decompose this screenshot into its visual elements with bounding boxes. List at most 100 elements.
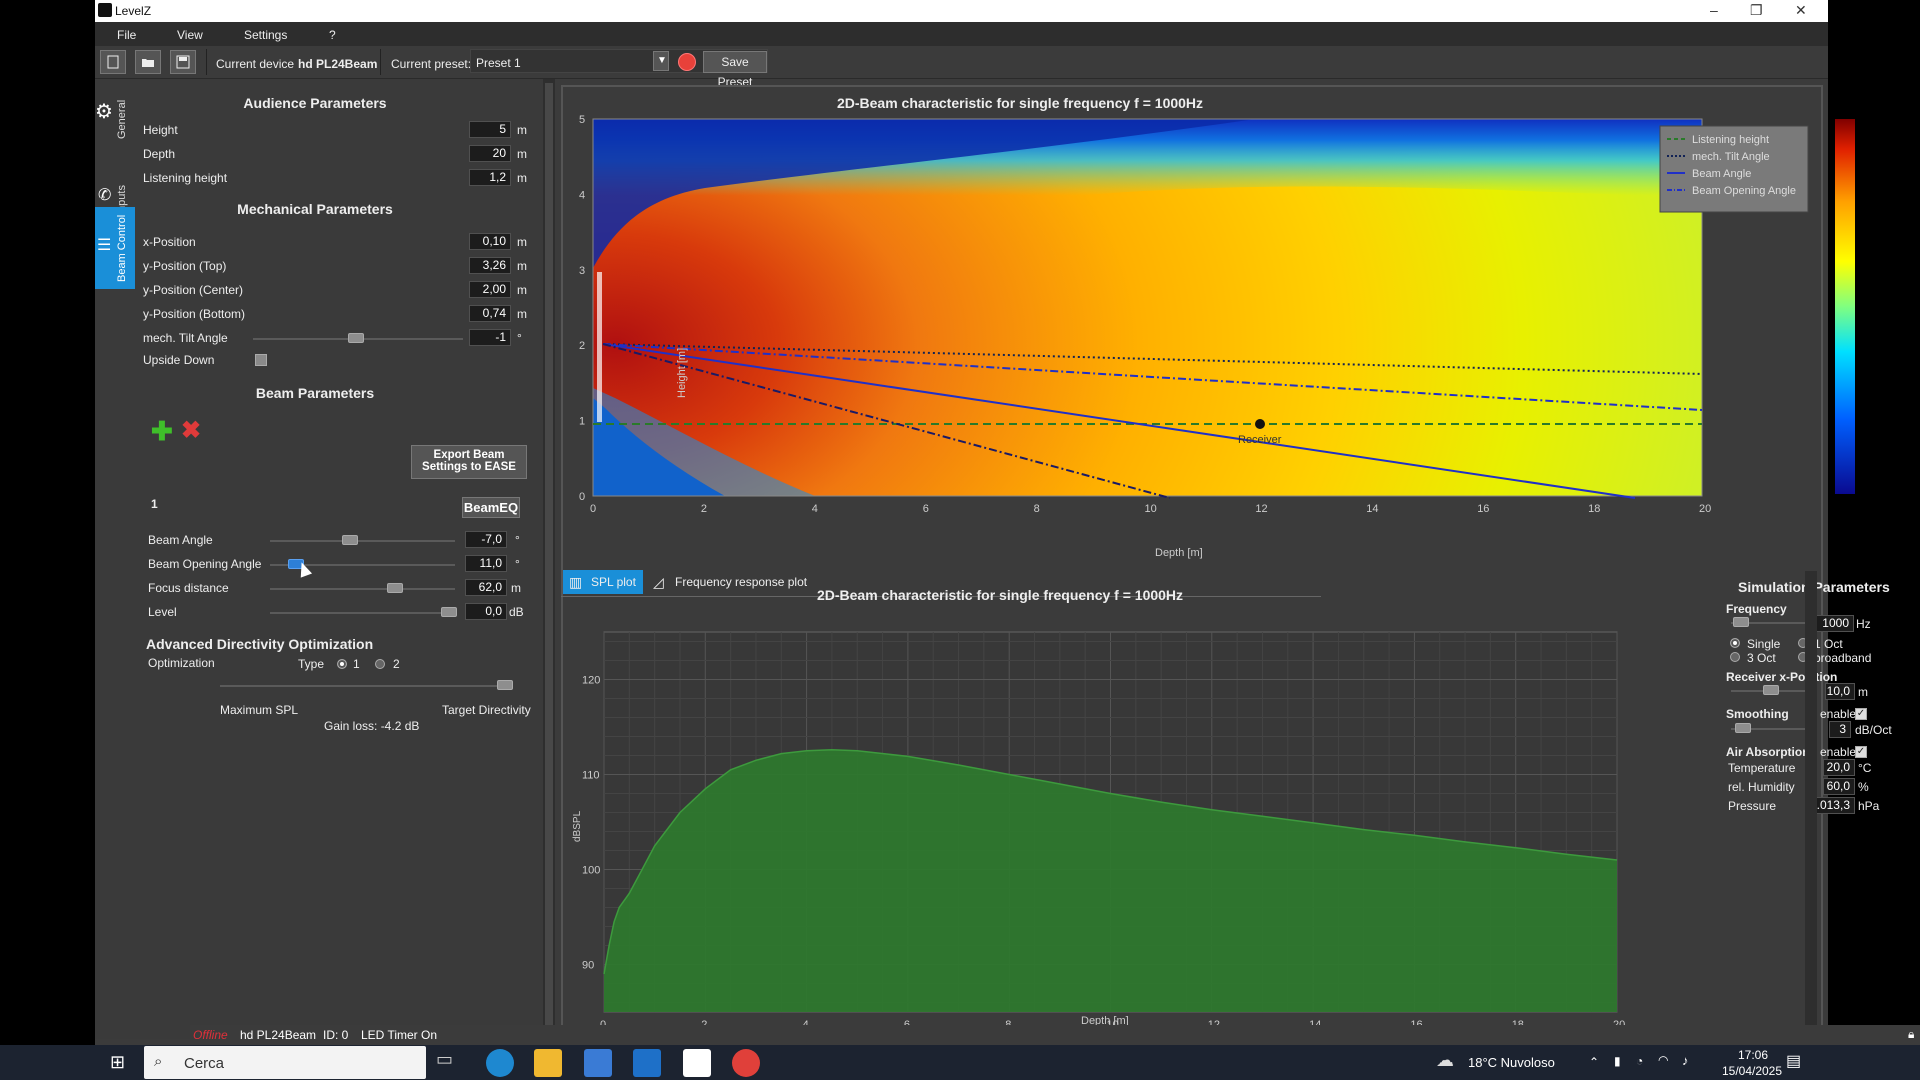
beam-x-tick: 0 bbox=[590, 503, 596, 515]
taskbar-search[interactable]: ⌕ Cerca bbox=[144, 1046, 426, 1079]
left-scrollbar[interactable] bbox=[543, 79, 555, 1039]
menu-settings[interactable]: Settings bbox=[244, 28, 287, 42]
level-slider[interactable] bbox=[270, 612, 455, 614]
frequency-input[interactable]: 1000 bbox=[1812, 615, 1854, 632]
level-label: Level bbox=[148, 605, 177, 619]
receiver-x-label: Receiver x-Position bbox=[1726, 670, 1838, 684]
clock-time[interactable]: 17:06 bbox=[1725, 1048, 1781, 1062]
smoothing-input[interactable]: 3 bbox=[1829, 721, 1851, 738]
beameq-button[interactable]: BeamEQ bbox=[462, 497, 520, 518]
outlook-icon[interactable] bbox=[633, 1049, 661, 1077]
beam-angle-slider[interactable] bbox=[270, 540, 455, 542]
level-handle[interactable] bbox=[441, 607, 457, 617]
save-preset-button[interactable]: Save Preset bbox=[703, 51, 767, 89]
focus-distance-handle[interactable] bbox=[387, 583, 403, 593]
oct1-label: 1 Oct bbox=[1814, 637, 1843, 651]
type-radio-1[interactable] bbox=[337, 659, 347, 669]
clock-date[interactable]: 15/04/2025 bbox=[1707, 1064, 1797, 1078]
wifi-icon[interactable]: ◠ bbox=[1658, 1053, 1668, 1067]
open-file-button[interactable] bbox=[135, 50, 161, 74]
y-bottom-input[interactable]: 0,74 bbox=[469, 305, 511, 322]
volume-icon[interactable]: ♪ bbox=[1682, 1053, 1689, 1068]
depth-input[interactable]: 20 bbox=[469, 145, 511, 162]
receiver-marker[interactable] bbox=[1255, 419, 1265, 429]
air-absorption-checkbox[interactable]: ✓ bbox=[1855, 746, 1867, 758]
save-file-button[interactable] bbox=[170, 50, 196, 74]
optimization-handle[interactable] bbox=[497, 680, 513, 690]
single-radio[interactable] bbox=[1730, 638, 1740, 648]
beam-y-tick: 1 bbox=[579, 416, 585, 428]
new-file-button[interactable] bbox=[100, 50, 126, 74]
minimize-icon[interactable]: – bbox=[1710, 2, 1718, 18]
spl-y-tick: 110 bbox=[582, 770, 600, 782]
right-scrollbar[interactable] bbox=[1805, 571, 1817, 1033]
levelz-app-icon[interactable] bbox=[683, 1049, 711, 1077]
height-label: Height bbox=[143, 123, 178, 137]
weather-text[interactable]: 18°C Nuvoloso bbox=[1468, 1055, 1555, 1070]
close-icon[interactable]: ✕ bbox=[1795, 2, 1807, 19]
preset-dropdown[interactable]: ▼ bbox=[653, 51, 669, 71]
edge-icon[interactable] bbox=[486, 1049, 514, 1077]
tab-beam-control[interactable]: ☰ Beam Control bbox=[95, 207, 135, 289]
frequency-unit: Hz bbox=[1856, 617, 1871, 631]
receiver-input[interactable]: 10,0 bbox=[1825, 683, 1855, 700]
legend-opening: Beam Opening Angle bbox=[1692, 185, 1796, 197]
notification-icon[interactable]: ▤ bbox=[1786, 1051, 1801, 1071]
y-top-input[interactable]: 3,26 bbox=[469, 257, 511, 274]
restore-icon[interactable]: ❐ bbox=[1750, 2, 1763, 19]
beam-angle-label: Beam Angle bbox=[148, 533, 213, 547]
level-input[interactable]: 0,0 bbox=[465, 603, 507, 620]
lock-icon[interactable]: 🔒︎ bbox=[1908, 1027, 1914, 1042]
smoothing-checkbox[interactable]: ✓ bbox=[1855, 708, 1867, 720]
add-beam-icon[interactable]: ✚ bbox=[151, 418, 173, 444]
tilt-slider-handle[interactable] bbox=[348, 333, 364, 343]
opening-angle-input[interactable]: 11,0 bbox=[465, 555, 507, 572]
focus-distance-slider[interactable] bbox=[270, 588, 455, 590]
y-center-input[interactable]: 2,00 bbox=[469, 281, 511, 298]
battery-icon[interactable]: ▮ bbox=[1614, 1054, 1621, 1068]
beam-y-tick: 3 bbox=[579, 265, 585, 277]
smoothing-handle[interactable] bbox=[1735, 723, 1751, 733]
store-icon[interactable] bbox=[584, 1049, 612, 1077]
menu-file[interactable]: File bbox=[117, 28, 136, 42]
listening-height-input[interactable]: 1,2 bbox=[469, 169, 511, 186]
humidity-input[interactable]: 60,0 bbox=[1823, 778, 1855, 795]
menu-view[interactable]: View bbox=[177, 28, 203, 42]
humidity-unit: % bbox=[1858, 780, 1869, 794]
temperature-input[interactable]: 20,0 bbox=[1823, 759, 1855, 776]
weather-icon: ☁ bbox=[1436, 1050, 1454, 1070]
tilt-unit: ° bbox=[517, 331, 522, 345]
task-view-icon[interactable]: ▭ bbox=[436, 1049, 464, 1077]
height-input[interactable]: 5 bbox=[469, 121, 511, 138]
optimization-slider[interactable] bbox=[220, 685, 510, 687]
pressure-unit: hPa bbox=[1858, 799, 1880, 813]
delete-beam-icon[interactable]: ✖ bbox=[181, 419, 201, 443]
smoothing-enable-label: enable bbox=[1820, 707, 1857, 721]
new-file-icon bbox=[107, 55, 119, 69]
network-icon[interactable]: ◔ bbox=[1636, 1054, 1643, 1068]
tilt-input[interactable]: -1 bbox=[469, 329, 511, 346]
gain-loss-label: Gain loss: -4.2 dB bbox=[324, 719, 420, 733]
export-beam-button[interactable]: Export Beam Settings to EASE bbox=[411, 445, 527, 479]
tab-general[interactable]: ⚙ General bbox=[95, 79, 135, 157]
x-position-input[interactable]: 0,10 bbox=[469, 233, 511, 250]
frequency-handle[interactable] bbox=[1733, 617, 1749, 627]
receiver-handle[interactable] bbox=[1763, 685, 1779, 695]
audience-title: Audience Parameters bbox=[243, 95, 387, 111]
windows-start-icon[interactable]: ⊞ bbox=[110, 1052, 125, 1073]
tray-chevron-icon[interactable]: ⌃ bbox=[1589, 1055, 1599, 1069]
screen-recorder-icon[interactable] bbox=[732, 1049, 760, 1077]
beam-angle-handle[interactable] bbox=[342, 535, 358, 545]
chevron-down-icon: ▼ bbox=[657, 55, 667, 66]
file-explorer-icon[interactable] bbox=[534, 1049, 562, 1077]
type-radio-2[interactable] bbox=[375, 659, 385, 669]
menu-help[interactable]: ? bbox=[329, 28, 336, 42]
upside-down-checkbox[interactable] bbox=[255, 354, 267, 366]
pressure-label: Pressure bbox=[1728, 799, 1777, 813]
smoothing-label: Smoothing bbox=[1726, 707, 1789, 721]
oct3-radio[interactable] bbox=[1730, 652, 1740, 662]
y-top-unit: m bbox=[517, 259, 527, 273]
record-indicator[interactable] bbox=[678, 53, 696, 71]
air-enable-label: enable bbox=[1820, 745, 1857, 759]
beam-angle-input[interactable]: -7,0 bbox=[465, 531, 507, 548]
